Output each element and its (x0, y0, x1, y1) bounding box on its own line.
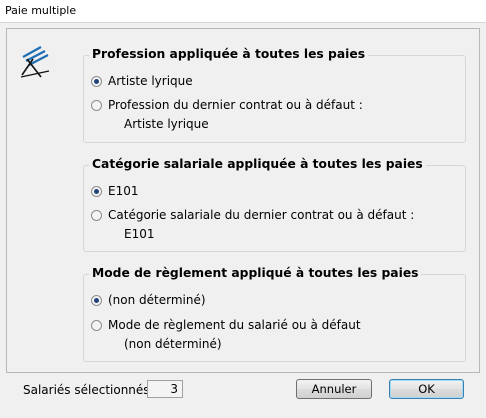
group-title: Profession appliquée à toutes les paies (89, 47, 369, 61)
option-label: Artiste lyrique (108, 74, 193, 88)
option-label: (non déterminé) (108, 293, 206, 307)
option-label: Profession du dernier contrat ou à défau… (108, 98, 363, 112)
group-title: Mode de règlement appliqué à toutes les … (89, 266, 422, 280)
profession-option-dernier-contrat[interactable]: Profession du dernier contrat ou à défau… (91, 97, 363, 113)
categorie-group: Catégorie salariale appliquée à toutes l… (83, 157, 466, 252)
radio-button[interactable] (91, 209, 102, 221)
title-bar: Paie multiple (0, 0, 486, 23)
cancel-button[interactable]: Annuler (296, 379, 372, 399)
radio-button[interactable] (91, 75, 102, 87)
option-label: E101 (108, 184, 139, 198)
radio-button[interactable] (91, 185, 102, 197)
option-label: Catégorie salariale du dernier contrat o… (108, 208, 415, 222)
ok-button[interactable]: OK (389, 379, 464, 399)
radio-button[interactable] (91, 294, 102, 306)
selected-employees-label: Salariés sélectionnés (23, 383, 150, 397)
profession-group: Profession appliquée à toutes les paies … (83, 47, 466, 143)
selected-employees-count: 3 (147, 380, 183, 398)
radio-button[interactable] (91, 99, 102, 111)
option-label: Mode de règlement du salarié ou à défaut (108, 318, 361, 332)
categorie-option-e101[interactable]: E101 (91, 183, 139, 199)
app-logo-icon (20, 46, 50, 78)
option-default-value: E101 (124, 227, 155, 241)
reglement-option-salarie[interactable]: Mode de règlement du salarié ou à défaut (91, 317, 361, 333)
radio-button[interactable] (91, 319, 102, 331)
option-default-value: Artiste lyrique (124, 117, 209, 131)
group-title: Catégorie salariale appliquée à toutes l… (89, 157, 426, 171)
categorie-option-dernier-contrat[interactable]: Catégorie salariale du dernier contrat o… (91, 207, 414, 223)
profession-option-artiste[interactable]: Artiste lyrique (91, 73, 193, 89)
window-title: Paie multiple (5, 4, 77, 17)
option-default-value: (non déterminé) (124, 337, 222, 351)
reglement-option-non-determine[interactable]: (non déterminé) (91, 292, 206, 308)
reglement-group: Mode de règlement appliqué à toutes les … (83, 266, 466, 362)
